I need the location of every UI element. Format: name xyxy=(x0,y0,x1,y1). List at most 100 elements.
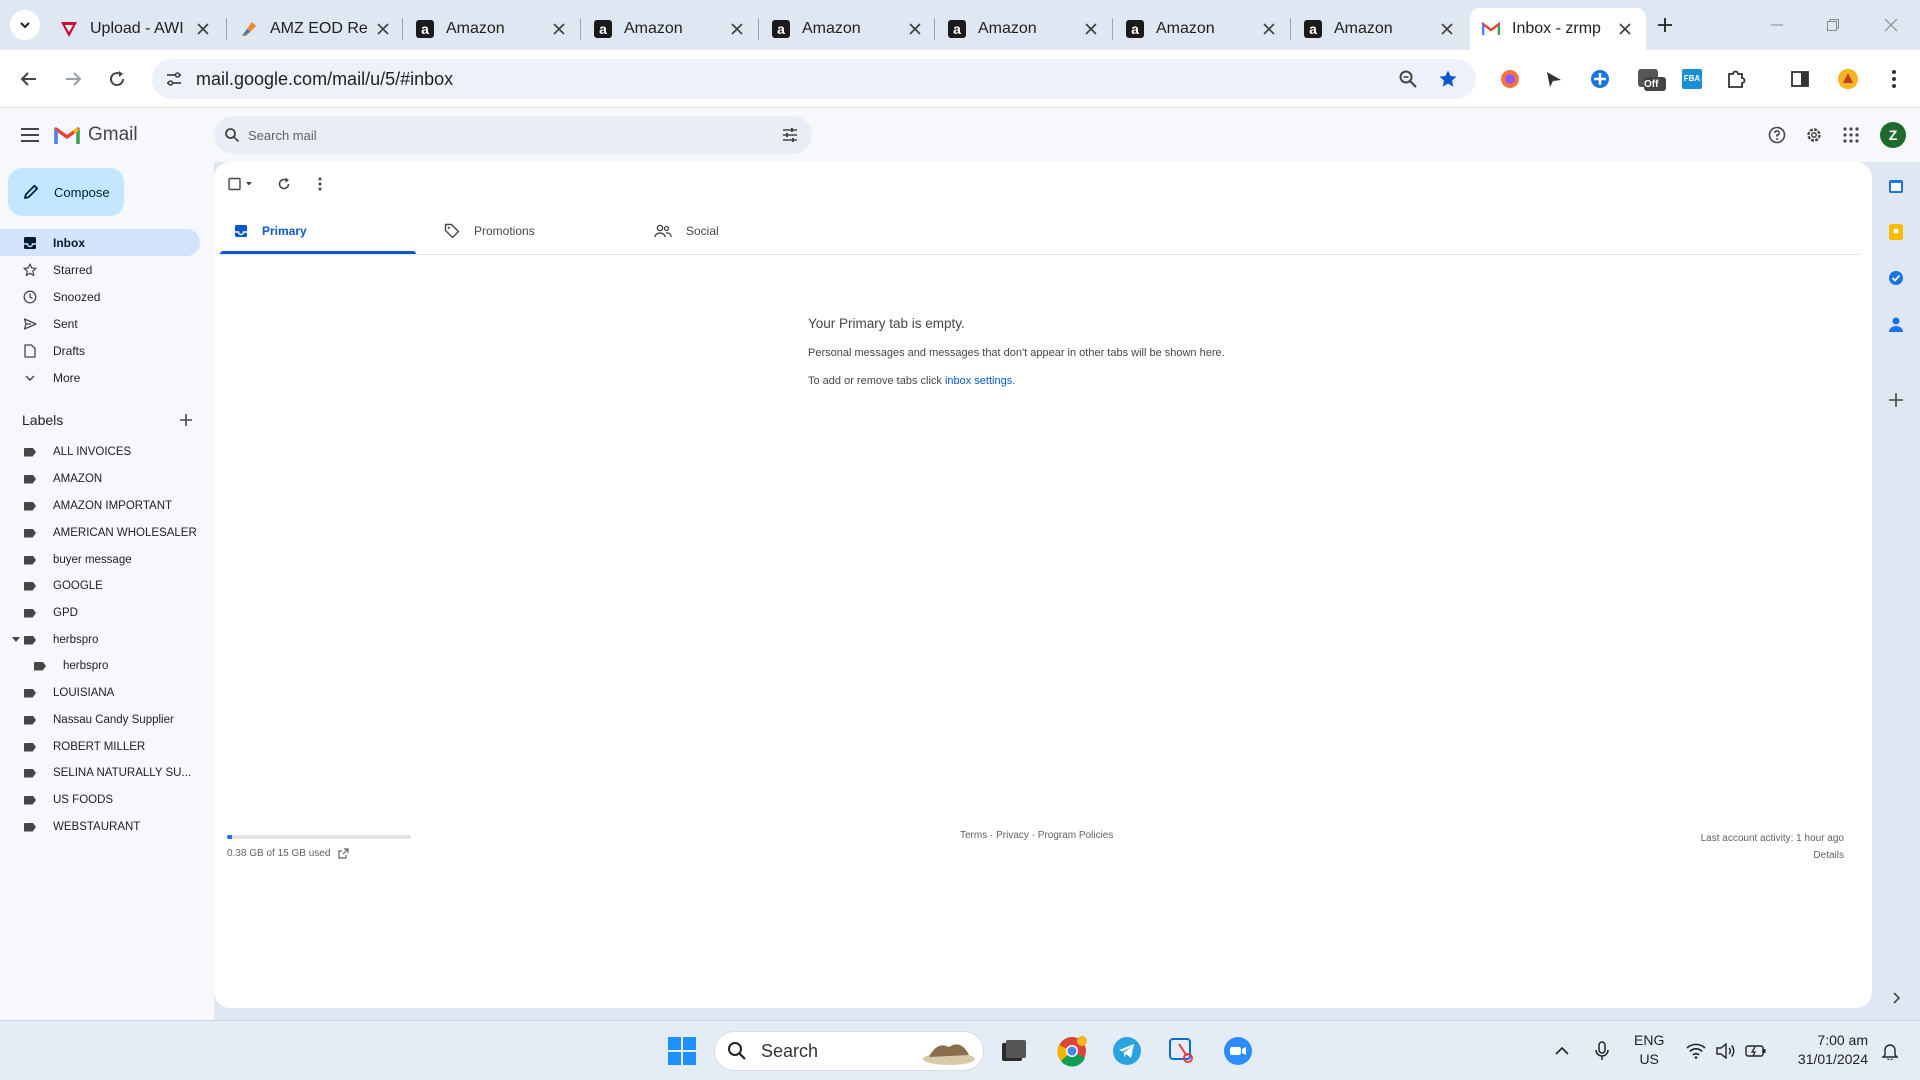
close-icon[interactable] xyxy=(1438,20,1456,38)
close-icon[interactable] xyxy=(194,20,212,38)
reload-button[interactable] xyxy=(102,64,132,94)
tab-promotions[interactable]: Promotions xyxy=(430,208,626,254)
nav-item-inbox[interactable]: Inbox xyxy=(0,229,200,256)
label-item[interactable]: AMAZON xyxy=(0,466,200,492)
zoom-taskbar-icon[interactable] xyxy=(1218,1031,1258,1071)
label-item[interactable]: herbspro xyxy=(0,627,200,653)
browser-tab[interactable]: AMZ EOD Re xyxy=(228,8,404,50)
minimize-button[interactable] xyxy=(1764,12,1790,38)
browser-tab[interactable]: a Amazon xyxy=(1114,8,1290,50)
tasks-icon[interactable] xyxy=(1884,266,1908,290)
browser-tab[interactable]: a Amazon xyxy=(404,8,580,50)
taskbar-search[interactable]: Search xyxy=(714,1031,984,1071)
label-item[interactable]: Nassau Candy Supplier xyxy=(0,707,200,733)
calendar-icon[interactable] xyxy=(1884,174,1908,198)
telegram-taskbar-icon[interactable] xyxy=(1107,1031,1147,1071)
zoom-icon[interactable] xyxy=(1396,67,1420,91)
label-item[interactable]: AMERICAN WHOLESALER xyxy=(0,520,200,546)
label-item[interactable]: ALL INVOICES xyxy=(0,439,200,465)
compose-button[interactable]: Compose xyxy=(8,168,124,216)
close-window-button[interactable] xyxy=(1878,12,1904,38)
new-tab-button[interactable] xyxy=(1650,10,1680,40)
nav-item-snoozed[interactable]: Snoozed xyxy=(0,283,200,310)
external-link-icon[interactable] xyxy=(338,848,350,859)
label-item[interactable]: AMAZON IMPORTANT xyxy=(0,493,200,519)
contacts-icon[interactable] xyxy=(1884,312,1908,336)
chevron-up-icon[interactable] xyxy=(1550,1039,1574,1063)
search-options-icon[interactable] xyxy=(782,127,798,148)
storage-usage[interactable]: 0.38 GB of 15 GB used xyxy=(227,848,350,859)
gmail-logo[interactable]: Gmail xyxy=(54,124,138,146)
snipping-tool-taskbar-icon[interactable] xyxy=(1162,1031,1202,1071)
cursor-extension-icon[interactable] xyxy=(1540,65,1568,93)
nav-item-starred[interactable]: Starred xyxy=(0,256,200,283)
footer-links[interactable]: Terms · Privacy · Program Policies xyxy=(960,830,1113,841)
system-clock[interactable]: 7:00 am 31/01/2024 xyxy=(1786,1031,1868,1069)
nav-item-drafts[interactable]: Drafts xyxy=(0,337,200,364)
battery-icon[interactable] xyxy=(1744,1039,1768,1063)
browser-tab-active[interactable]: Inbox - zrmp xyxy=(1470,8,1646,50)
off-extension-icon[interactable]: Off xyxy=(1634,65,1668,93)
side-panel-icon[interactable] xyxy=(1786,65,1814,93)
help-icon[interactable] xyxy=(1764,122,1790,148)
add-label-button[interactable] xyxy=(176,410,196,430)
label-item[interactable]: ROBERT MILLER xyxy=(0,734,200,760)
browser-tab[interactable]: a Amazon xyxy=(1292,8,1468,50)
nav-item-sent[interactable]: Sent xyxy=(0,310,200,337)
task-view-icon[interactable] xyxy=(994,1031,1034,1071)
search-input[interactable] xyxy=(248,116,748,154)
chevron-right-icon[interactable] xyxy=(1884,986,1908,1010)
microphone-icon[interactable] xyxy=(1590,1039,1614,1063)
browser-tab[interactable]: a Amazon xyxy=(936,8,1112,50)
apps-grid-icon[interactable] xyxy=(1838,122,1864,148)
chrome-taskbar-icon[interactable] xyxy=(1052,1031,1092,1071)
site-info-icon[interactable] xyxy=(162,67,186,91)
address-bar[interactable]: mail.google.com/mail/u/5/#inbox xyxy=(152,59,1476,99)
tab-primary[interactable]: Primary xyxy=(220,208,416,254)
close-icon[interactable] xyxy=(728,20,746,38)
label-item-nested[interactable]: herbspro xyxy=(0,653,200,679)
browser-tab[interactable]: a Amazon xyxy=(760,8,936,50)
label-item[interactable]: SELINA NATURALLY SU... xyxy=(0,760,200,786)
close-icon[interactable] xyxy=(1260,20,1278,38)
get-addons-icon[interactable] xyxy=(1884,388,1908,412)
profile-extension-icon[interactable] xyxy=(1834,65,1862,93)
more-menu-icon[interactable] xyxy=(1880,65,1908,93)
fba-extension-icon[interactable]: FBA xyxy=(1678,65,1706,93)
refresh-icon[interactable] xyxy=(272,172,296,196)
bookmark-star-icon[interactable] xyxy=(1436,67,1460,91)
close-icon[interactable] xyxy=(550,20,568,38)
notification-bell-icon[interactable] xyxy=(1878,1039,1902,1063)
tab-search-button[interactable] xyxy=(10,10,40,40)
wifi-icon[interactable] xyxy=(1684,1039,1708,1063)
main-menu-icon[interactable] xyxy=(16,121,44,149)
forward-button[interactable] xyxy=(58,64,88,94)
label-item[interactable]: US FOODS xyxy=(0,787,200,813)
firefox-extension-icon[interactable] xyxy=(1496,65,1524,93)
label-item[interactable]: LOUISIANA xyxy=(0,680,200,706)
browser-tab[interactable]: Upload - AWI xyxy=(48,8,224,50)
close-icon[interactable] xyxy=(1082,20,1100,38)
select-all-checkbox[interactable] xyxy=(226,172,260,196)
nav-item-more[interactable]: More xyxy=(0,364,200,391)
label-item[interactable]: buyer message xyxy=(0,547,200,573)
search-bar[interactable] xyxy=(214,116,812,154)
label-item[interactable]: WEBSTAURANT xyxy=(0,814,200,840)
puzzle-circle-extension-icon[interactable] xyxy=(1586,65,1614,93)
url-text[interactable]: mail.google.com/mail/u/5/#inbox xyxy=(196,69,453,90)
settings-gear-icon[interactable] xyxy=(1801,122,1827,148)
close-icon[interactable] xyxy=(374,20,392,38)
volume-icon[interactable] xyxy=(1714,1039,1738,1063)
keep-icon[interactable] xyxy=(1884,220,1908,244)
input-language[interactable]: ENG US xyxy=(1634,1031,1664,1069)
restore-button[interactable] xyxy=(1820,12,1846,38)
expand-caret-icon[interactable] xyxy=(12,637,20,642)
activity-details-link[interactable]: Details xyxy=(1701,847,1844,864)
windows-start-icon[interactable] xyxy=(662,1031,702,1071)
account-avatar[interactable]: Z xyxy=(1880,122,1906,148)
back-button[interactable] xyxy=(14,64,44,94)
search-icon[interactable] xyxy=(224,127,240,148)
inbox-settings-link[interactable]: inbox settings xyxy=(945,375,1012,387)
extensions-puzzle-icon[interactable] xyxy=(1722,65,1750,93)
tab-social[interactable]: Social xyxy=(640,208,836,254)
